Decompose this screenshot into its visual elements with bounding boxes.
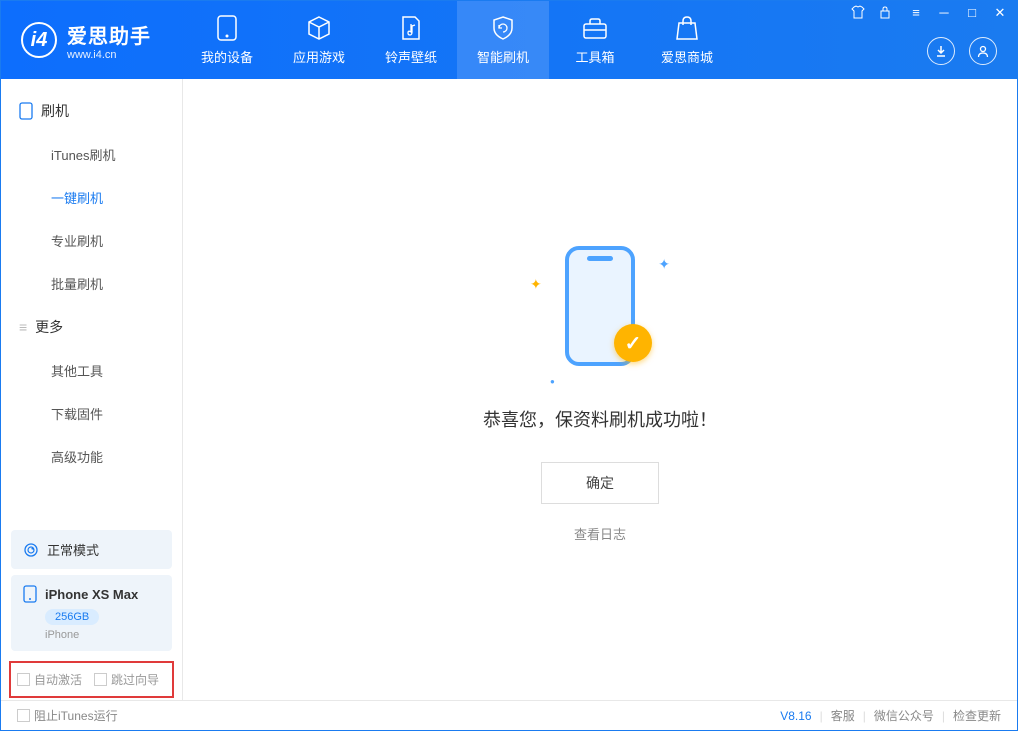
tshirt-icon[interactable]: [851, 5, 869, 21]
group-title: 刷机: [41, 101, 69, 121]
sidebar: 刷机 iTunes刷机 一键刷机 专业刷机 批量刷机 ≡ 更多 其他工具 下载固…: [1, 79, 183, 700]
tab-toolbox[interactable]: 工具箱: [549, 1, 641, 79]
tab-apps-games[interactable]: 应用游戏: [273, 1, 365, 79]
logo-text: 爱思助手 www.i4.cn: [67, 20, 151, 61]
minimize-icon[interactable]: ─: [935, 5, 953, 21]
toolbox-icon: [582, 15, 608, 41]
checkbox-label: 自动激活: [34, 671, 82, 688]
sidebar-group-flash: 刷机: [1, 89, 182, 133]
tab-label: 爱思商城: [661, 47, 713, 66]
download-button[interactable]: [927, 37, 955, 65]
checkbox-icon: [17, 709, 30, 722]
lock-icon[interactable]: [879, 5, 897, 21]
app-window: i4 爱思助手 www.i4.cn 我的设备 应用游戏: [0, 0, 1018, 731]
view-log-link[interactable]: 查看日志: [574, 524, 626, 543]
device-type-text: iPhone: [45, 629, 160, 641]
version-label: V8.16: [780, 709, 811, 723]
status-bar-right: V8.16 | 客服 | 微信公众号 | 检查更新: [780, 707, 1001, 724]
sidebar-item-batch-flash[interactable]: 批量刷机: [1, 262, 182, 305]
auto-activate-checkbox[interactable]: 自动激活: [17, 671, 82, 688]
device-name-text: iPhone XS Max: [45, 587, 138, 602]
sidebar-group-more: ≡ 更多: [1, 305, 182, 349]
maximize-icon[interactable]: □: [963, 5, 981, 21]
block-itunes-checkbox[interactable]: 阻止iTunes运行: [17, 707, 118, 724]
separator: |: [863, 709, 866, 723]
tab-label: 应用游戏: [293, 47, 345, 66]
tab-ringtone-wallpaper[interactable]: 铃声壁纸: [365, 1, 457, 79]
device-info-box[interactable]: iPhone XS Max 256GB iPhone: [11, 575, 172, 651]
mode-status-box[interactable]: 正常模式: [11, 530, 172, 569]
sparkle-icon: ✦: [658, 256, 670, 273]
window-controls: ≡ ─ □ ✕: [851, 5, 1009, 21]
device-icon: [214, 15, 240, 41]
phone-icon: [23, 585, 37, 603]
user-account-button[interactable]: [969, 37, 997, 65]
menu-icon[interactable]: ≡: [907, 5, 925, 21]
checkbox-icon: [17, 673, 30, 686]
group-title: 更多: [35, 317, 63, 337]
confirm-button[interactable]: 确定: [541, 462, 659, 504]
status-bar-left: 阻止iTunes运行: [17, 707, 118, 724]
close-icon[interactable]: ✕: [991, 5, 1009, 21]
success-message: 恭喜您，保资料刷机成功啦！: [483, 406, 717, 432]
separator: |: [942, 709, 945, 723]
tab-label: 智能刷机: [477, 47, 529, 66]
app-title: 爱思助手: [67, 20, 151, 49]
shield-refresh-icon: [490, 15, 516, 41]
logo-area: i4 爱思助手 www.i4.cn: [1, 1, 181, 79]
app-logo-icon: i4: [21, 22, 57, 58]
sidebar-item-itunes-flash[interactable]: iTunes刷机: [1, 133, 182, 176]
wechat-link[interactable]: 微信公众号: [874, 707, 934, 724]
header-action-icons: [927, 37, 997, 65]
checkbox-icon: [94, 673, 107, 686]
storage-badge: 256GB: [45, 609, 99, 625]
status-bar: 阻止iTunes运行 V8.16 | 客服 | 微信公众号 | 检查更新: [1, 700, 1017, 730]
tab-my-device[interactable]: 我的设备: [181, 1, 273, 79]
sidebar-item-pro-flash[interactable]: 专业刷机: [1, 219, 182, 262]
list-icon: ≡: [19, 319, 27, 335]
shopping-bag-icon: [674, 15, 700, 41]
device-name-row: iPhone XS Max: [23, 585, 160, 603]
tab-smart-flash[interactable]: 智能刷机: [457, 1, 549, 79]
check-update-link[interactable]: 检查更新: [953, 707, 1001, 724]
sparkle-icon: ●: [550, 377, 555, 386]
tab-label: 我的设备: [201, 47, 253, 66]
sync-icon: [23, 542, 39, 558]
sidebar-footer: 正常模式 iPhone XS Max 256GB iPhone 自动激活: [1, 524, 182, 700]
sidebar-item-advanced[interactable]: 高级功能: [1, 435, 182, 478]
skip-wizard-checkbox[interactable]: 跳过向导: [94, 671, 159, 688]
sparkle-icon: ✦: [530, 276, 542, 293]
sidebar-nav: 刷机 iTunes刷机 一键刷机 专业刷机 批量刷机 ≡ 更多 其他工具 下载固…: [1, 79, 182, 524]
highlighted-checkbox-row: 自动激活 跳过向导: [9, 661, 174, 698]
checkbox-label: 跳过向导: [111, 671, 159, 688]
sidebar-item-other-tools[interactable]: 其他工具: [1, 349, 182, 392]
header: i4 爱思助手 www.i4.cn 我的设备 应用游戏: [1, 1, 1017, 79]
separator: |: [820, 709, 823, 723]
music-file-icon: [398, 15, 424, 41]
app-url: www.i4.cn: [67, 49, 151, 61]
success-illustration: ✦ ✦ ● ✓: [530, 236, 670, 386]
body: 刷机 iTunes刷机 一键刷机 专业刷机 批量刷机 ≡ 更多 其他工具 下载固…: [1, 79, 1017, 700]
tab-store[interactable]: 爱思商城: [641, 1, 733, 79]
sidebar-item-oneclick-flash[interactable]: 一键刷机: [1, 176, 182, 219]
mode-label: 正常模式: [47, 540, 99, 559]
device-small-icon: [19, 102, 33, 120]
tab-label: 工具箱: [575, 47, 614, 66]
check-badge-icon: ✓: [614, 324, 652, 362]
main-content: ✦ ✦ ● ✓ 恭喜您，保资料刷机成功啦！ 确定 查看日志: [183, 79, 1017, 700]
sidebar-item-download-firmware[interactable]: 下载固件: [1, 392, 182, 435]
checkbox-label: 阻止iTunes运行: [34, 707, 118, 724]
customer-service-link[interactable]: 客服: [831, 707, 855, 724]
cube-icon: [306, 15, 332, 41]
tab-label: 铃声壁纸: [385, 47, 437, 66]
